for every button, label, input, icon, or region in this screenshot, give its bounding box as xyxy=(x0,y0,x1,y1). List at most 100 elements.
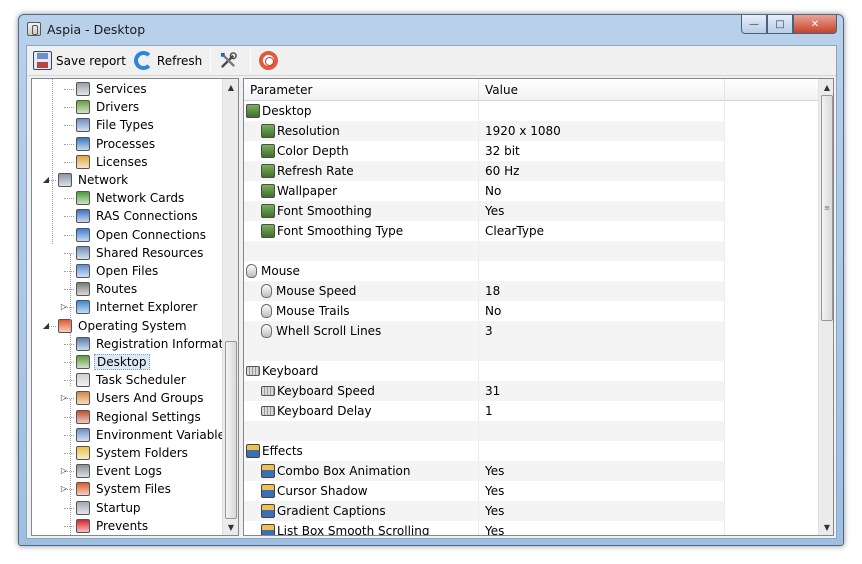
network-icon xyxy=(58,173,72,187)
value-cell xyxy=(479,341,725,361)
processes-icon xyxy=(76,136,90,151)
tree-item-operating-system[interactable]: ◢ Operating System xyxy=(32,317,228,335)
tree-item-users-and-groups[interactable]: ▷ Users And Groups xyxy=(32,389,228,407)
tree-item-system-folders[interactable]: System Folders xyxy=(32,444,228,462)
expand-arrow-icon[interactable]: ▷ xyxy=(59,484,69,493)
tree-item-label: RAS Connections xyxy=(96,209,198,224)
maximize-button[interactable]: □ xyxy=(767,15,793,34)
settings-button[interactable] xyxy=(215,49,246,73)
tree-item-network[interactable]: ◢ Network xyxy=(32,171,228,189)
tree-item-label: Open Connections xyxy=(96,227,207,242)
tree-item-routes[interactable]: Routes xyxy=(32,280,228,298)
parameter-text: Effects xyxy=(262,444,303,458)
save-report-button[interactable]: Save report xyxy=(29,49,130,73)
group-row[interactable]: Keyboard xyxy=(244,361,819,381)
table-row[interactable]: List Box Smooth Scrolling Yes xyxy=(244,521,819,535)
tree-item-open-connections[interactable]: Open Connections xyxy=(32,226,228,244)
list-scrollbar[interactable]: ▲ ≡ ▼ xyxy=(818,79,833,535)
table-row[interactable]: Gradient Captions Yes xyxy=(244,501,819,521)
expand-arrow-icon[interactable]: ▷ xyxy=(59,393,69,402)
drivers-icon xyxy=(76,100,90,115)
minimize-button[interactable]: — xyxy=(741,15,767,34)
table-row[interactable]: Cursor Shadow Yes xyxy=(244,481,819,501)
title-bar[interactable]: Aspia - Desktop — □ ✕ xyxy=(19,15,843,45)
list-scroll-down[interactable]: ▼ xyxy=(819,519,833,535)
tree-item-drivers[interactable]: Drivers xyxy=(32,98,228,116)
tree-connector xyxy=(64,216,74,218)
tree-item-ras-connections[interactable]: RAS Connections xyxy=(32,207,228,225)
value-cell: 18 xyxy=(479,281,725,301)
clock-icon xyxy=(76,373,90,388)
expand-arrow-icon[interactable]: ▷ xyxy=(59,466,69,475)
tree-item-label: Operating System xyxy=(78,318,187,333)
table-row[interactable]: Combo Box Animation Yes xyxy=(244,461,819,481)
registration-icon xyxy=(76,336,90,351)
tree-item-licenses[interactable]: Licenses xyxy=(32,153,228,171)
tree-connector xyxy=(64,198,74,200)
category-tree[interactable]: Services Drivers File Types Processes Licens… xyxy=(31,78,239,536)
tree-item-label: System Folders xyxy=(96,446,188,460)
table-row[interactable]: Refresh Rate 60 Hz xyxy=(244,161,819,181)
column-header-parameter[interactable]: Parameter xyxy=(244,79,479,101)
table-row[interactable]: Whell Scroll Lines 3 xyxy=(244,321,819,341)
tree-item-shared-resources[interactable]: Shared Resources xyxy=(32,244,228,262)
list-scroll-thumb[interactable]: ≡ xyxy=(821,95,833,321)
group-row[interactable]: Desktop xyxy=(244,101,819,121)
tree-item-file-types[interactable]: File Types xyxy=(32,116,228,134)
list-scroll-up[interactable]: ▲ xyxy=(819,79,833,95)
group-row[interactable]: Mouse xyxy=(244,261,819,281)
tree-item-desktop[interactable]: Desktop xyxy=(32,353,228,371)
parameter-cell: Resolution xyxy=(244,121,479,141)
table-row[interactable]: Resolution 1920 x 1080 xyxy=(244,121,819,141)
parameter-text: Wallpaper xyxy=(277,184,338,198)
tree-item-network-cards[interactable]: Network Cards xyxy=(32,189,228,207)
tree-scrollbar[interactable]: ▲ ▼ xyxy=(222,79,238,535)
tree-scroll-thumb[interactable] xyxy=(225,341,237,519)
help-button[interactable] xyxy=(255,49,286,73)
tree-item-environment-variables[interactable]: Environment Variables xyxy=(32,426,231,444)
parameter-cell xyxy=(244,421,479,441)
desktop-icon xyxy=(261,184,275,198)
close-button[interactable]: ✕ xyxy=(793,15,837,34)
event-logs-icon xyxy=(76,464,90,479)
connections-icon xyxy=(76,227,90,242)
tree-scroll-up[interactable]: ▲ xyxy=(223,79,238,95)
tree-item-label: Routes xyxy=(96,282,138,297)
tree-item-task-scheduler[interactable]: Task Scheduler xyxy=(32,371,228,389)
tree-item-label: Network Cards xyxy=(96,191,185,206)
tree-item-regional-settings[interactable]: Regional Settings xyxy=(32,408,228,426)
table-row[interactable]: Keyboard Speed 31 xyxy=(244,381,819,401)
column-header-value[interactable]: Value xyxy=(479,79,725,101)
table-row[interactable]: Mouse Trails No xyxy=(244,301,819,321)
tree-scroll-down[interactable]: ▼ xyxy=(223,519,238,535)
value-cell xyxy=(479,241,725,261)
collapse-arrow-icon[interactable]: ◢ xyxy=(41,175,51,184)
tree-item-internet-explorer[interactable]: ▷ Internet Explorer xyxy=(32,298,228,316)
tree-item-open-files[interactable]: Open Files xyxy=(32,262,228,280)
tree-item-registration-information[interactable]: Registration Information xyxy=(32,335,238,353)
tree-item-system-files[interactable]: ▷ System Files xyxy=(32,480,228,498)
value-cell: Yes xyxy=(479,461,725,481)
parameter-cell: Mouse Speed xyxy=(244,281,479,301)
table-row[interactable]: Font Smoothing Type ClearType xyxy=(244,221,819,241)
table-row[interactable]: Mouse Speed 18 xyxy=(244,281,819,301)
table-row[interactable]: Font Smoothing Yes xyxy=(244,201,819,221)
refresh-button[interactable]: Refresh xyxy=(130,49,206,73)
value-cell: Yes xyxy=(479,501,725,521)
tree-item-services[interactable]: Services xyxy=(32,80,228,98)
tree-item-label: Network xyxy=(78,173,129,187)
parameter-cell: Combo Box Animation xyxy=(244,461,479,481)
expand-arrow-icon[interactable]: ▷ xyxy=(59,302,69,311)
tree-item-processes[interactable]: Processes xyxy=(32,135,228,153)
tree-item-label: Open Files xyxy=(96,264,159,278)
table-row[interactable]: Wallpaper No xyxy=(244,181,819,201)
group-row[interactable]: Effects xyxy=(244,441,819,461)
table-row[interactable]: Color Depth 32 bit xyxy=(244,141,819,161)
parameter-cell: Cursor Shadow xyxy=(244,481,479,501)
tree-item-startup[interactable]: Startup xyxy=(32,499,228,517)
details-list[interactable]: Parameter Value Desktop Resolution 1920 x … xyxy=(243,78,834,536)
tree-item-event-logs[interactable]: ▷ Event Logs xyxy=(32,462,228,480)
collapse-arrow-icon[interactable]: ◢ xyxy=(41,321,51,330)
tree-item-prevents[interactable]: Prevents xyxy=(32,517,228,535)
table-row[interactable]: Keyboard Delay 1 xyxy=(244,401,819,421)
